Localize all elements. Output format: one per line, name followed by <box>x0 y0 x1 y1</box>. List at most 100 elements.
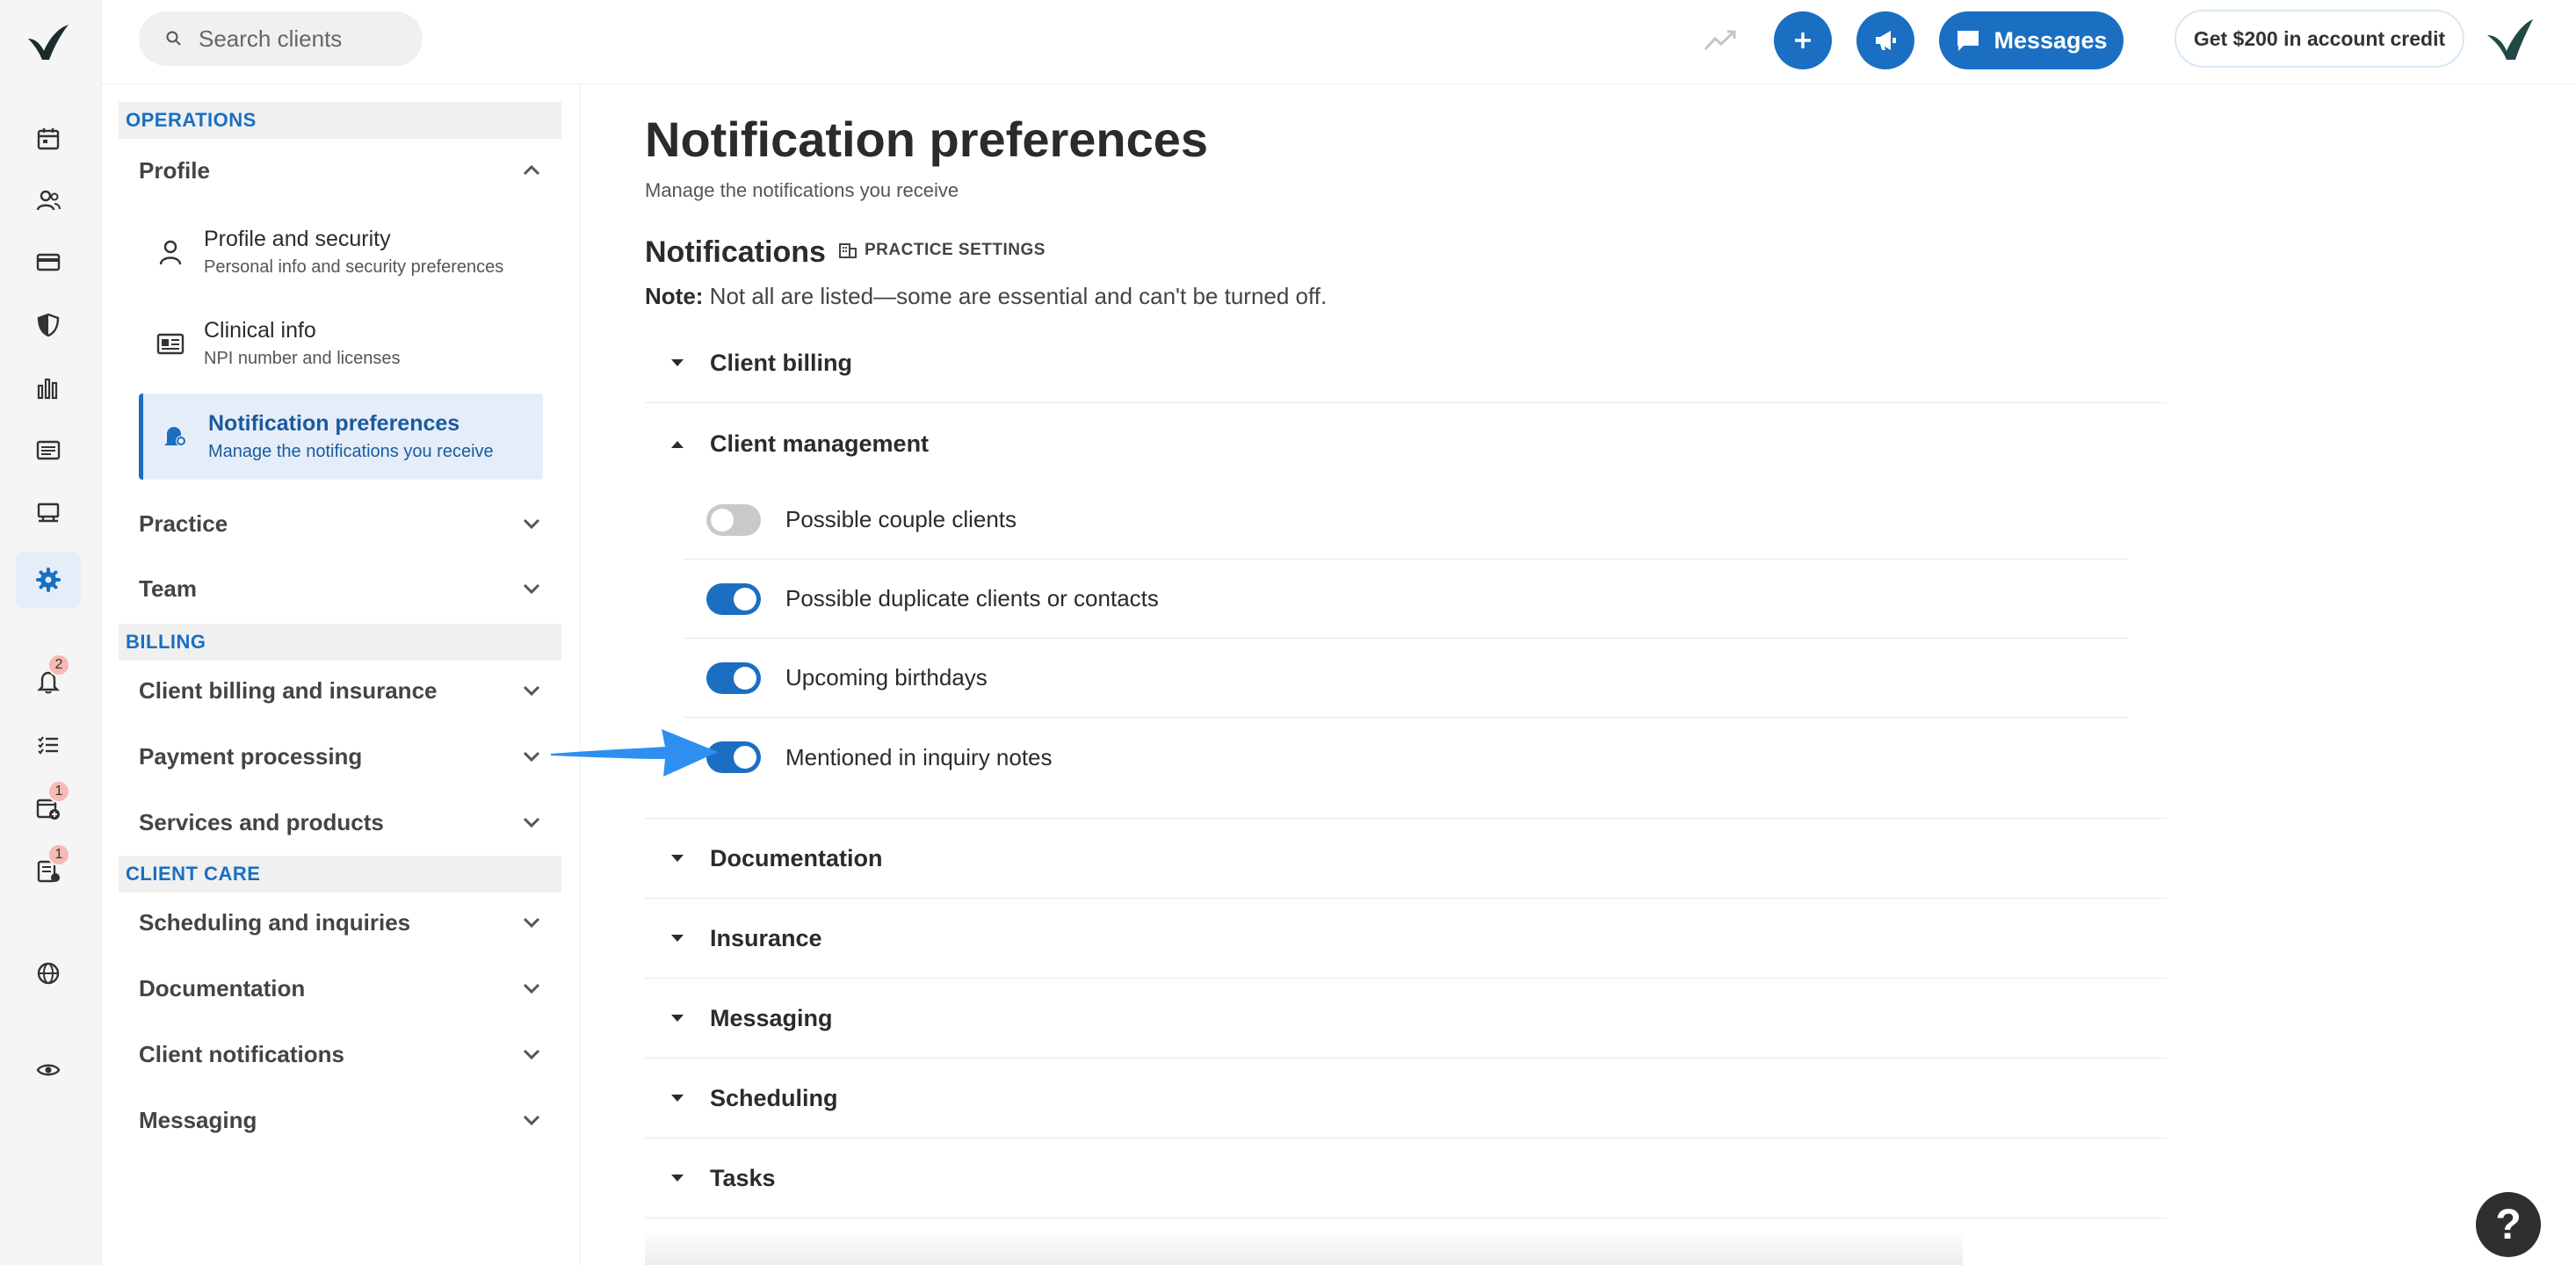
chevron-down-icon <box>523 1049 540 1060</box>
category-tasks[interactable]: Tasks <box>645 1138 2167 1218</box>
caret-down-icon <box>671 855 684 862</box>
eye-icon[interactable] <box>16 1042 81 1098</box>
sidebar-item-desc: Manage the notifications you receive <box>208 442 494 461</box>
category-client-management[interactable]: Client management <box>645 404 2167 484</box>
chevron-down-icon <box>523 983 540 994</box>
toggle-row-couple-clients: Possible couple clients <box>684 481 2128 560</box>
sidebar-item-clinical-info[interactable]: Clinical info NPI number and licenses <box>139 300 543 387</box>
practice-settings-link[interactable]: PRACTICE SETTINGS <box>838 241 1046 260</box>
add-button[interactable] <box>1774 11 1832 69</box>
calendar-add-icon[interactable]: 1 <box>16 780 81 836</box>
nav-group-label: Scheduling and inquiries <box>139 908 411 936</box>
category-client-billing[interactable]: Client billing <box>645 323 2167 403</box>
marketplace-icon[interactable] <box>16 485 81 541</box>
nav-group-label: Payment processing <box>139 742 363 770</box>
tasks-icon[interactable] <box>16 717 81 773</box>
notification-count-badge: 2 <box>47 654 70 676</box>
category-scheduling[interactable]: Scheduling <box>645 1059 2167 1138</box>
sidebar-item-profile-security[interactable]: Profile and security Personal info and s… <box>139 209 543 295</box>
list-icon[interactable] <box>16 422 81 478</box>
account-credit-button[interactable]: Get $200 in account credit <box>2174 10 2464 68</box>
search-input[interactable] <box>199 25 392 53</box>
toggle-label: Possible duplicate clients or contacts <box>785 585 1159 611</box>
id-card-icon <box>156 333 185 355</box>
toggle-row-duplicate-clients: Possible duplicate clients or contacts <box>684 560 2128 639</box>
chat-bubble-icon <box>1957 31 1979 51</box>
nav-group-messaging[interactable]: Messaging <box>139 1094 543 1146</box>
chevron-down-icon <box>523 685 540 697</box>
nav-group-services-products[interactable]: Services and products <box>139 796 543 849</box>
requests-icon[interactable]: 1 <box>16 843 81 900</box>
shield-icon[interactable] <box>16 297 81 353</box>
category-label: Scheduling <box>710 1084 838 1111</box>
caret-up-icon <box>671 440 684 448</box>
sidebar-item-title: Profile and security <box>204 227 391 251</box>
page-title: Notification preferences <box>645 112 1209 167</box>
trend-chart-icon[interactable] <box>1703 23 1738 58</box>
toggle-label: Possible couple clients <box>785 506 1017 532</box>
person-icon <box>159 240 182 265</box>
toggle-knob <box>734 587 756 611</box>
calendar-icon[interactable] <box>16 111 81 167</box>
search-bar[interactable] <box>139 11 423 66</box>
globe-icon[interactable] <box>16 945 81 1001</box>
chevron-down-icon <box>523 518 540 530</box>
app-logo-icon[interactable] <box>26 23 70 63</box>
category-label: Client management <box>710 430 930 457</box>
category-label: Messaging <box>710 1004 833 1031</box>
category-documentation[interactable]: Documentation <box>645 819 2167 899</box>
search-icon <box>166 31 181 46</box>
billing-card-icon[interactable] <box>16 234 81 290</box>
chevron-down-icon <box>523 1115 540 1126</box>
nav-group-label: Client notifications <box>139 1040 344 1067</box>
bell-settings-icon <box>164 427 186 446</box>
profile-label: Profile <box>139 156 210 184</box>
nav-group-documentation[interactable]: Documentation <box>139 962 543 1015</box>
sidebar-item-title: Clinical info <box>204 318 316 343</box>
clients-icon[interactable] <box>16 172 81 228</box>
nav-group-label: Client billing and insurance <box>139 676 438 704</box>
sidebar-item-notification-preferences[interactable]: Notification preferences Manage the noti… <box>139 394 543 480</box>
sidebar-item-title: Notification preferences <box>208 411 460 436</box>
nav-group-payment-processing[interactable]: Payment processing <box>139 730 543 783</box>
nav-group-label: Services and products <box>139 808 384 835</box>
category-label: Documentation <box>710 844 883 871</box>
note-text: Note: Not all are listed—some are essent… <box>645 283 1327 310</box>
chevron-down-icon <box>523 583 540 595</box>
nav-group-client-billing[interactable]: Client billing and insurance <box>139 664 543 717</box>
settings-gear-icon[interactable] <box>16 552 81 608</box>
nav-group-scheduling[interactable]: Scheduling and inquiries <box>139 896 543 949</box>
requests-badge: 1 <box>47 843 70 866</box>
category-messaging[interactable]: Messaging <box>645 979 2167 1059</box>
toggle-switch[interactable] <box>706 661 761 694</box>
sidebar-item-desc: NPI number and licenses <box>204 349 401 368</box>
messages-label: Messages <box>1994 26 2108 54</box>
reports-icon[interactable] <box>16 360 81 416</box>
toggle-label: Upcoming birthdays <box>785 664 988 690</box>
avatar[interactable] <box>2486 16 2535 61</box>
scroll-fade <box>645 1230 1963 1265</box>
notifications-heading: Notifications <box>645 235 826 269</box>
toggle-label: Mentioned in inquiry notes <box>785 743 1053 770</box>
note-body: Not all are listed—some are essential an… <box>703 283 1328 309</box>
toggle-knob <box>711 508 734 531</box>
nav-group-label: Messaging <box>139 1106 257 1133</box>
bell-icon[interactable]: 2 <box>16 654 81 710</box>
caret-down-icon <box>671 1175 684 1182</box>
building-icon <box>839 243 857 258</box>
messages-button[interactable]: Messages <box>1939 11 2124 69</box>
toggle-switch[interactable] <box>706 503 761 536</box>
help-button[interactable]: ? <box>2476 1192 2541 1257</box>
category-label: Tasks <box>710 1164 776 1191</box>
nav-group-profile[interactable]: Profile <box>139 144 543 197</box>
toggle-switch[interactable] <box>706 582 761 615</box>
operations-heading: OPERATIONS <box>119 102 561 139</box>
annotation-arrow-icon <box>551 729 718 777</box>
sidebar-item-desc: Personal info and security preferences <box>204 257 504 277</box>
category-insurance[interactable]: Insurance <box>645 899 2167 979</box>
chevron-down-icon <box>523 817 540 828</box>
nav-group-team[interactable]: Team <box>139 562 543 615</box>
nav-group-client-notifications[interactable]: Client notifications <box>139 1028 543 1081</box>
announcements-button[interactable] <box>1856 11 1914 69</box>
nav-group-practice[interactable]: Practice <box>139 497 543 550</box>
